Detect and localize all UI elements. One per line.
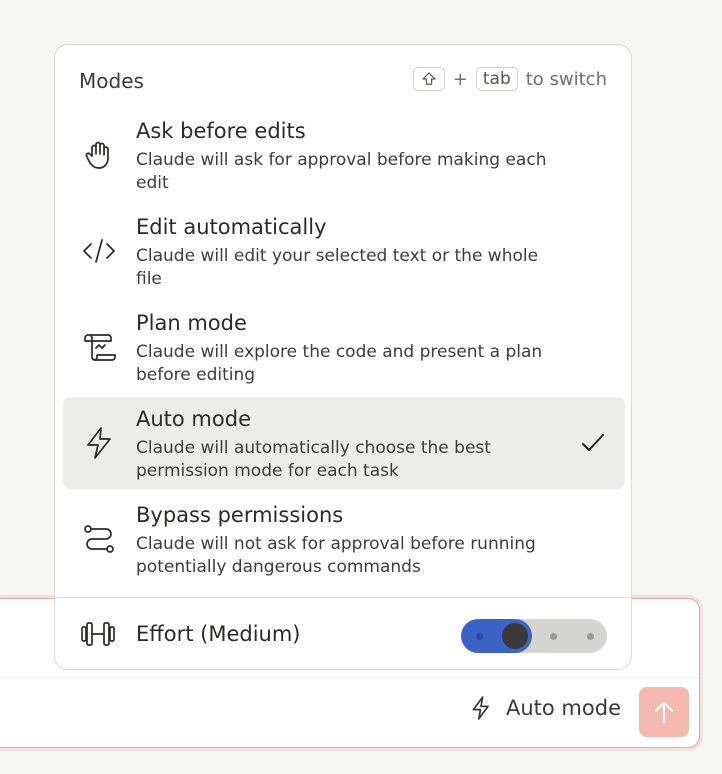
- scroll-icon: [81, 329, 117, 365]
- bolt-icon: [472, 696, 489, 720]
- bolt-icon: [81, 425, 117, 461]
- mode-description: Claude will edit your selected text or t…: [136, 246, 539, 289]
- code-icon: [81, 233, 117, 269]
- shift-icon: [422, 72, 436, 85]
- popover-title: Modes: [79, 69, 144, 93]
- composer-divider: [0, 677, 699, 678]
- modes-popover: Modes + tab to switch Ask before edits C…: [54, 44, 632, 670]
- mode-name: Bypass permissions: [136, 503, 344, 527]
- mode-description: Claude will not ask for approval before …: [136, 534, 536, 577]
- hand-icon: [81, 137, 117, 173]
- mode-auto[interactable]: Auto mode Claude will automatically choo…: [63, 397, 625, 489]
- mode-description: Claude will automatically choose the bes…: [136, 438, 491, 481]
- mode-name: Ask before edits: [136, 119, 306, 143]
- effort-row: Effort (Medium): [55, 598, 631, 670]
- popover-header: Modes + tab to switch: [79, 67, 607, 97]
- mode-edit-automatically[interactable]: Edit automatically Claude will edit your…: [63, 205, 625, 297]
- effort-step-3[interactable]: [550, 633, 557, 640]
- route-icon: [81, 521, 117, 557]
- shortcut-suffix: to switch: [525, 68, 607, 90]
- effort-slider-knob[interactable]: [502, 623, 528, 649]
- mode-description: Claude will ask for approval before maki…: [136, 150, 547, 193]
- composer-mode-button[interactable]: Auto mode: [468, 695, 621, 721]
- tab-key: tab: [475, 67, 518, 91]
- composer-mode-label: Auto mode: [506, 696, 621, 720]
- switch-shortcut-hint: + tab to switch: [412, 67, 607, 91]
- mode-bypass-permissions[interactable]: Bypass permissions Claude will not ask f…: [63, 493, 625, 585]
- shortcut-plus: +: [452, 68, 468, 90]
- effort-slider[interactable]: [461, 619, 607, 653]
- send-button[interactable]: [639, 687, 689, 737]
- mode-ask-before-edits[interactable]: Ask before edits Claude will ask for app…: [63, 109, 625, 201]
- effort-step-4[interactable]: [587, 633, 594, 640]
- checkmark-icon: [582, 434, 604, 451]
- mode-name: Edit automatically: [136, 215, 327, 239]
- effort-label: Effort (Medium): [136, 622, 301, 646]
- mode-plan[interactable]: Plan mode Claude will explore the code a…: [63, 301, 625, 393]
- mode-name: Auto mode: [136, 407, 251, 431]
- dumbbell-icon: [81, 622, 115, 646]
- mode-description: Claude will explore the code and present…: [136, 342, 543, 385]
- arrow-up-icon: [654, 701, 674, 724]
- shift-key: [412, 67, 445, 91]
- mode-name: Plan mode: [136, 311, 247, 335]
- effort-step-1[interactable]: [476, 633, 483, 640]
